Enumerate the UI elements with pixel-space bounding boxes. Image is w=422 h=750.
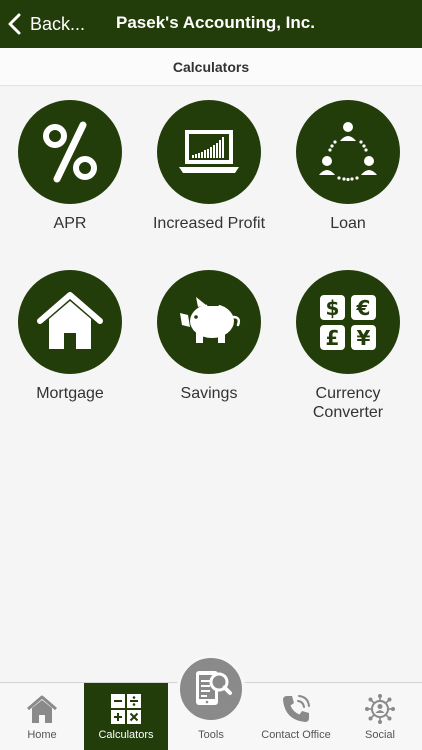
tab-label: Contact Office: [261, 729, 331, 741]
percent-icon: [43, 121, 97, 183]
home-icon: [27, 695, 57, 723]
back-label: Back...: [30, 13, 86, 34]
social-network-icon: [365, 694, 395, 724]
tab-contact-office[interactable]: Contact Office: [254, 683, 338, 750]
top-navigation-bar: Back... Pasek's Accounting, Inc.: [0, 0, 422, 48]
tablet-search-icon: [196, 671, 232, 705]
people-network-icon: [319, 122, 377, 182]
tab-label: Home: [27, 729, 57, 741]
calculator-tile-savings[interactable]: Savings: [139, 270, 279, 403]
phone-icon: [283, 695, 310, 722]
calculator-icon: [111, 694, 141, 724]
svg-text:$: $: [326, 296, 340, 320]
section-title: Calculators: [172, 58, 250, 75]
currency-icon: $ € £ ¥: [320, 295, 376, 350]
back-button[interactable]: Back...: [6, 9, 85, 39]
calculator-tile-apr[interactable]: APR: [0, 100, 140, 233]
calculator-circle: [157, 100, 261, 204]
calculator-circle: [18, 100, 122, 204]
calculator-label: Increased Profit: [152, 215, 266, 232]
section-header: Calculators: [0, 48, 422, 86]
tab-social[interactable]: Social: [338, 683, 422, 750]
calculator-tile-currency-converter[interactable]: $ € £ ¥ Currency Converter: [278, 270, 418, 422]
calculator-label: Loan: [330, 215, 366, 232]
piggy-bank-icon: [180, 297, 241, 343]
svg-text:£: £: [326, 326, 340, 350]
calculator-label: Currency Converter: [312, 385, 384, 421]
tab-label: Tools: [198, 729, 224, 741]
app-title: Pasek's Accounting, Inc.: [116, 13, 315, 32]
app-screen: Back... Pasek's Accounting, Inc. Calcula…: [0, 0, 422, 750]
tab-calculators[interactable]: Calculators: [84, 683, 168, 750]
svg-text:€: €: [356, 296, 371, 320]
calculator-label: Savings: [180, 385, 238, 402]
calculator-circle: [296, 100, 400, 204]
house-icon: [37, 292, 103, 349]
calculator-tile-mortgage[interactable]: Mortgage: [0, 270, 140, 403]
tab-label: Calculators: [98, 729, 154, 741]
calculator-circle: $ € £ ¥: [296, 270, 400, 374]
calculator-circle: [18, 270, 122, 374]
calculator-circle: [157, 270, 261, 374]
calculator-label: Mortgage: [36, 385, 104, 402]
calculator-label: APR: [53, 215, 87, 232]
calculator-tile-increased-profit[interactable]: Increased Profit: [139, 100, 279, 233]
svg-text:¥: ¥: [357, 326, 371, 350]
laptop-chart-icon: [179, 130, 239, 173]
tab-home[interactable]: Home: [0, 683, 84, 750]
chevron-left-icon: [8, 13, 21, 35]
tools-button[interactable]: [177, 655, 245, 723]
calculator-tile-loan[interactable]: Loan: [278, 100, 418, 233]
tab-label: Social: [365, 729, 395, 741]
